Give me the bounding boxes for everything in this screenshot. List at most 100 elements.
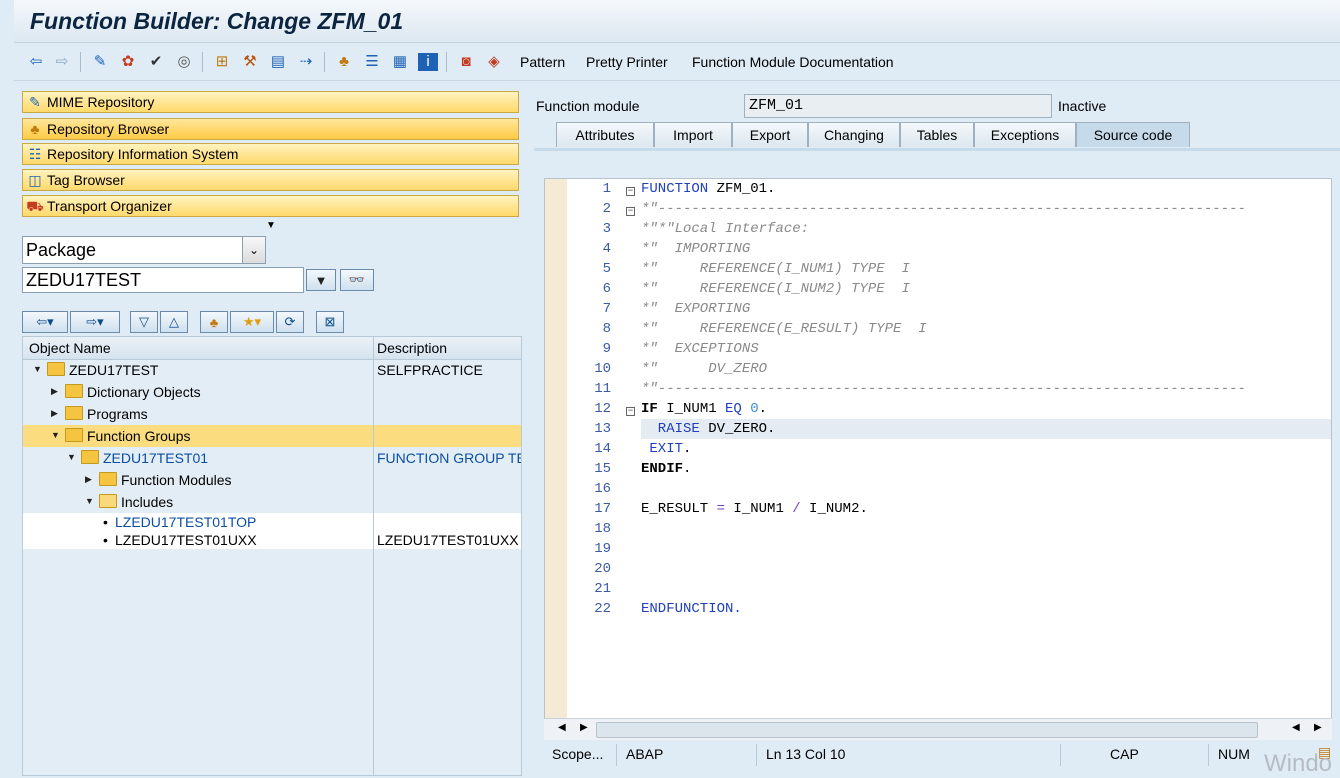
tree-node-label: LZEDU17TEST01UXX bbox=[115, 532, 257, 548]
line-number: 11 bbox=[594, 381, 611, 397]
navigate-icon[interactable]: ⇢ bbox=[296, 53, 316, 71]
object-name-value: ZEDU17TEST bbox=[26, 269, 142, 290]
tree-row[interactable]: ▶ Programs bbox=[23, 403, 521, 425]
tree-row[interactable]: ▶ Dictionary Objects bbox=[23, 381, 521, 403]
object-list-icon[interactable]: ⊞ bbox=[212, 53, 232, 71]
line-number: 6 bbox=[602, 281, 611, 297]
fold-toggle-icon[interactable]: − bbox=[626, 187, 635, 196]
pattern-button[interactable]: Pattern bbox=[520, 54, 565, 70]
mime-repository-button[interactable]: ✎ MIME Repository bbox=[22, 91, 519, 113]
debug-icon[interactable]: ◈ bbox=[484, 53, 504, 71]
repository-info-system-button[interactable]: ☷ Repository Information System bbox=[22, 143, 519, 165]
tab-attributes[interactable]: Attributes bbox=[556, 122, 654, 147]
layout-icon[interactable]: ▦ bbox=[390, 53, 410, 71]
tab-changing[interactable]: Changing bbox=[808, 122, 900, 147]
scroll-right-icon[interactable]: ▶ bbox=[1314, 722, 1322, 733]
code-line-14: EXIT. bbox=[641, 441, 692, 457]
db-icon[interactable]: ◙ bbox=[456, 53, 476, 71]
chevron-down-icon[interactable]: ⌄ bbox=[242, 237, 265, 263]
line-number: 16 bbox=[594, 481, 611, 497]
collapsed-triangle-icon[interactable]: ▶ bbox=[51, 386, 58, 397]
line-number: 17 bbox=[594, 501, 611, 517]
tree-row[interactable]: ▼ ZEDU17TEST01 FUNCTION GROUP TE bbox=[23, 447, 521, 469]
expanded-triangle-icon[interactable]: ▼ bbox=[85, 496, 94, 506]
tab-strip: Attributes Import Export Changing Tables… bbox=[534, 122, 1340, 148]
collapsed-triangle-icon[interactable]: ▶ bbox=[51, 408, 58, 419]
info-icon[interactable]: i bbox=[418, 53, 438, 71]
stack-icon[interactable]: ☰ bbox=[362, 53, 382, 71]
scroll-right-icon[interactable]: ▶ bbox=[580, 722, 588, 733]
code-line-13: RAISE DV_ZERO. bbox=[641, 421, 776, 437]
tree-row-selected[interactable]: ▼ Function Groups bbox=[23, 425, 521, 447]
tab-exceptions[interactable]: Exceptions bbox=[974, 122, 1076, 147]
tree-row[interactable]: • LZEDU17TEST01UXX LZEDU17TEST01UXX bbox=[23, 531, 521, 549]
line-number: 22 bbox=[594, 601, 611, 617]
folder-icon bbox=[99, 472, 117, 486]
tree-node-label: Programs bbox=[87, 406, 148, 422]
expanded-triangle-icon[interactable]: ▼ bbox=[67, 452, 76, 462]
transport-organizer-button[interactable]: ⛟ Transport Organizer bbox=[22, 195, 519, 217]
tree-forward-button[interactable]: ⇨▾ bbox=[70, 311, 120, 333]
line-number: 19 bbox=[594, 541, 611, 557]
tab-source-code[interactable]: Source code bbox=[1076, 122, 1190, 147]
check-icon[interactable]: ✔ bbox=[146, 53, 166, 71]
display-change-icon[interactable]: ✎ bbox=[90, 53, 110, 71]
where-used-icon[interactable]: ◎ bbox=[174, 53, 194, 71]
tree-back-button[interactable]: ⇦▾ bbox=[22, 311, 68, 333]
object-name-column-header[interactable]: Object Name bbox=[29, 340, 111, 356]
repository-browser-button[interactable]: ♣ Repository Browser bbox=[22, 118, 519, 140]
expanded-triangle-icon[interactable]: ▼ bbox=[33, 364, 42, 374]
collapse-all-button[interactable]: △ bbox=[160, 311, 188, 333]
repository-info-system-label: Repository Information System bbox=[47, 146, 239, 162]
scope-button[interactable]: Scope... bbox=[552, 746, 603, 762]
horizontal-scrollbar[interactable]: ◀ ▶ ◀ ▶ bbox=[544, 718, 1332, 741]
refresh-button[interactable]: ⟳ bbox=[276, 311, 304, 333]
tree-node-label: Dictionary Objects bbox=[87, 384, 201, 400]
display-button[interactable]: 👓 bbox=[340, 269, 374, 291]
truck-icon: ⛟ bbox=[26, 198, 44, 214]
collapse-arrow-icon[interactable]: ▼ bbox=[266, 220, 276, 231]
pretty-printer-button[interactable]: Pretty Printer bbox=[586, 54, 668, 70]
line-number: 18 bbox=[594, 521, 611, 537]
scroll-left-icon[interactable]: ◀ bbox=[558, 722, 566, 733]
object-type-select[interactable]: Package ⌄ bbox=[22, 236, 266, 264]
tab-export[interactable]: Export bbox=[732, 122, 808, 147]
line-number: 21 bbox=[594, 581, 611, 597]
dropdown-button[interactable]: ▼ bbox=[306, 269, 336, 291]
hierarchy-button[interactable]: ♣ bbox=[200, 311, 228, 333]
title-bar: Function Builder: Change ZFM_01 bbox=[14, 0, 1340, 43]
tree-row[interactable]: ▼ Includes bbox=[23, 491, 521, 513]
expanded-triangle-icon[interactable]: ▼ bbox=[51, 430, 60, 440]
code-line-4: *" IMPORTING bbox=[641, 241, 751, 257]
tag-browser-button[interactable]: ◫ Tag Browser bbox=[22, 169, 519, 191]
close-browser-button[interactable]: ⊠ bbox=[316, 311, 344, 333]
description-column-header[interactable]: Description bbox=[377, 340, 447, 356]
folder-icon bbox=[65, 428, 83, 442]
fold-toggle-icon[interactable]: − bbox=[626, 407, 635, 416]
activate-icon[interactable]: ✿ bbox=[118, 53, 138, 71]
favorites-button[interactable]: ★▾ bbox=[230, 311, 274, 333]
glasses-icon: 👓 bbox=[348, 272, 366, 287]
fold-toggle-icon[interactable]: − bbox=[626, 207, 635, 216]
breakpoint-gutter[interactable] bbox=[545, 179, 567, 739]
tree-row[interactable]: • LZEDU17TEST01TOP bbox=[23, 513, 521, 531]
column-divider[interactable] bbox=[373, 337, 374, 775]
tree-row[interactable]: ▶ Function Modules bbox=[23, 469, 521, 491]
expand-all-button[interactable]: ▽ bbox=[130, 311, 158, 333]
edit-wand-icon[interactable]: ⚒ bbox=[240, 53, 260, 71]
tab-tables[interactable]: Tables bbox=[900, 122, 974, 147]
hierarchy-icon[interactable]: ♣ bbox=[334, 53, 354, 71]
folder-icon bbox=[65, 384, 83, 398]
forward-arrow-icon[interactable]: ⇨ bbox=[52, 53, 72, 71]
collapsed-triangle-icon[interactable]: ▶ bbox=[85, 474, 92, 485]
fm-documentation-button[interactable]: Function Module Documentation bbox=[692, 54, 894, 70]
object-name-input[interactable]: ZEDU17TEST bbox=[22, 267, 304, 293]
scrollbar-thumb[interactable] bbox=[596, 722, 1258, 738]
back-arrow-icon[interactable]: ⇦ bbox=[26, 53, 46, 71]
code-editor[interactable]: 1 2 3 4 5 6 7 8 9 10 11 12 13 14 15 16 1… bbox=[544, 178, 1332, 740]
tab-import[interactable]: Import bbox=[654, 122, 732, 147]
function-module-label: Function module bbox=[536, 98, 640, 114]
scroll-left-icon[interactable]: ◀ bbox=[1292, 722, 1300, 733]
test-icon[interactable]: ▤ bbox=[268, 53, 288, 71]
tree-row[interactable]: ▼ ZEDU17TEST SELFPRACTICE bbox=[23, 359, 521, 381]
